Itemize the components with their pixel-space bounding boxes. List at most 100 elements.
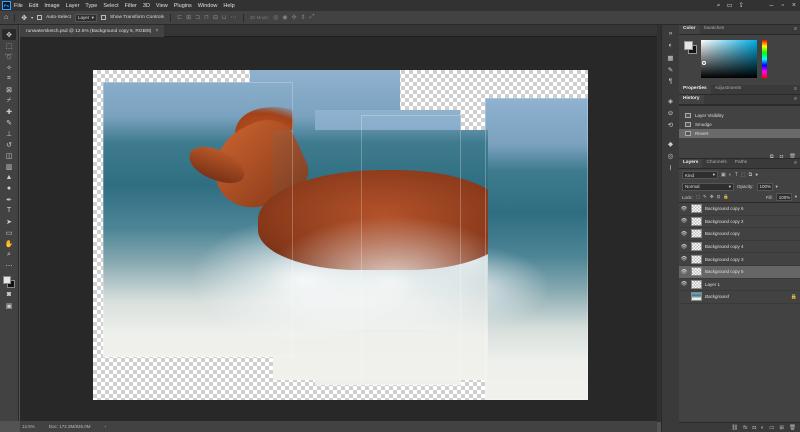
filter-toggle-icon[interactable]: ●: [755, 172, 758, 178]
crop-tool-icon[interactable]: ⌗: [2, 73, 16, 84]
paths-panel-icon[interactable]: ⌇: [665, 162, 677, 173]
color-panel-icon[interactable]: ◐: [665, 40, 677, 51]
tab-properties[interactable]: Properties: [679, 85, 711, 94]
panel-menu-icon[interactable]: ≡: [794, 159, 797, 168]
channels-panel-icon[interactable]: ◎: [665, 150, 677, 161]
align-right-icon[interactable]: ⊐: [195, 14, 200, 21]
lock-transparent-icon[interactable]: ⬚: [696, 194, 700, 200]
layer-row[interactable]: 👁 Background 🔒: [679, 291, 800, 304]
swatches-panel-icon[interactable]: ▦: [665, 52, 677, 63]
filter-kind-dropdown[interactable]: Kind ▾: [682, 171, 718, 179]
color-swatches[interactable]: [2, 275, 16, 289]
menu-3d[interactable]: 3D: [143, 3, 150, 9]
maximize-icon[interactable]: ▫: [781, 1, 783, 10]
smart-object-filter-icon[interactable]: ⧉: [749, 172, 753, 178]
menu-file[interactable]: File: [14, 3, 23, 9]
blur-tool-icon[interactable]: ▲: [2, 172, 16, 183]
menu-plugins[interactable]: Plugins: [174, 3, 192, 9]
layer-row[interactable]: 👁 Background copy 4: [679, 241, 800, 254]
close-window-icon[interactable]: ×: [792, 1, 796, 10]
eraser-tool-icon[interactable]: ◫: [2, 150, 16, 161]
add-mask-icon[interactable]: ◘: [753, 425, 756, 431]
more-options-icon[interactable]: ⋯: [231, 14, 237, 21]
tab-channels[interactable]: Channels: [702, 159, 730, 168]
layer-row[interactable]: 👁 Background copy 3: [679, 253, 800, 266]
align-middle-icon[interactable]: ⊟: [213, 14, 218, 21]
history-item[interactable]: Smudge: [679, 120, 800, 129]
brush-tool-icon[interactable]: ✎: [2, 117, 16, 128]
adjustment-filter-icon[interactable]: ◐: [729, 172, 732, 178]
chevron-right-icon[interactable]: ›: [105, 424, 107, 429]
layer-row[interactable]: 👁 Background copy: [679, 228, 800, 241]
pixel-filter-icon[interactable]: ▣: [721, 172, 726, 178]
layer-style-icon[interactable]: fx: [743, 425, 747, 431]
visibility-eye-icon[interactable]: 👁: [679, 281, 689, 287]
pan-icon[interactable]: ✣: [292, 14, 297, 21]
tab-layers[interactable]: Layers: [679, 159, 703, 168]
slide-icon[interactable]: ⇕: [301, 14, 306, 21]
menu-type[interactable]: Type: [85, 3, 97, 9]
lock-artboard-icon[interactable]: ⊡: [717, 194, 721, 200]
align-left-icon[interactable]: ⊏: [177, 14, 182, 21]
move-tool-icon[interactable]: ✥: [21, 14, 27, 22]
menu-layer[interactable]: Layer: [66, 3, 80, 9]
layer-row[interactable]: 👁 Background copy 2: [679, 216, 800, 229]
search-icon[interactable]: ⌕: [717, 1, 721, 10]
menu-window[interactable]: Window: [198, 3, 218, 9]
adjustment-layer-icon[interactable]: ◐: [761, 425, 764, 431]
scale-icon[interactable]: ⤢: [310, 14, 315, 21]
opacity-input[interactable]: 100%: [756, 182, 773, 191]
menu-edit[interactable]: Edit: [29, 3, 38, 9]
magic-wand-tool-icon[interactable]: ✧: [2, 62, 16, 73]
new-group-icon[interactable]: ▭: [769, 425, 774, 431]
properties-panel-icon[interactable]: ◈: [665, 95, 677, 106]
visibility-eye-icon[interactable]: 👁: [679, 218, 689, 224]
close-tab-icon[interactable]: ×: [155, 28, 158, 34]
chevron-down-icon[interactable]: ▾: [776, 184, 778, 190]
glyphs-panel-icon[interactable]: ¶: [665, 76, 677, 87]
tab-color[interactable]: Color: [679, 25, 700, 34]
menu-help[interactable]: Help: [223, 3, 234, 9]
menu-filter[interactable]: Filter: [125, 3, 137, 9]
tab-adjustments[interactable]: Adjustments: [711, 85, 745, 94]
orbit-icon[interactable]: ◎: [273, 14, 278, 21]
photoshop-logo-icon[interactable]: Ps: [2, 1, 11, 10]
screen-mode-icon[interactable]: ▣: [2, 300, 16, 311]
zoom-tool-icon[interactable]: ⌕: [2, 249, 16, 260]
layer-row[interactable]: 👁 Layer 1: [679, 279, 800, 292]
auto-select-checkbox[interactable]: [37, 15, 43, 20]
zoom-level[interactable]: 12.5%: [22, 424, 35, 429]
transform-controls-checkbox[interactable]: [100, 15, 106, 20]
blend-mode-dropdown[interactable]: Normal ▾: [682, 182, 734, 191]
layers-panel-icon[interactable]: ◆: [665, 138, 677, 149]
hue-slider[interactable]: [762, 40, 767, 78]
shape-filter-icon[interactable]: ⬚: [741, 172, 746, 178]
tab-paths[interactable]: Paths: [731, 159, 751, 168]
chevron-down-icon[interactable]: ▾: [795, 194, 797, 200]
visibility-eye-icon[interactable]: 👁: [679, 244, 689, 250]
pen-tool-icon[interactable]: ✒: [2, 194, 16, 205]
fill-input[interactable]: 100%: [775, 193, 792, 201]
visibility-eye-icon[interactable]: 👁: [679, 206, 689, 212]
foreground-color-swatch[interactable]: [684, 41, 693, 50]
align-top-icon[interactable]: ⊓: [204, 14, 209, 21]
move-tool-icon[interactable]: ✥: [2, 29, 16, 40]
delete-layer-icon[interactable]: 🗑: [789, 425, 796, 431]
visibility-eye-icon[interactable]: 👁: [679, 231, 689, 237]
frame-tool-icon[interactable]: ⊠: [2, 84, 16, 95]
layer-row[interactable]: 👁 Background copy 6: [679, 203, 800, 216]
align-center-icon[interactable]: ⊞: [186, 14, 191, 21]
lock-position-icon[interactable]: ✥: [710, 194, 714, 200]
rectangle-tool-icon[interactable]: ▭: [2, 227, 16, 238]
history-item[interactable]: Layer Visibility: [679, 111, 800, 120]
marquee-tool-icon[interactable]: ⬚: [2, 40, 16, 51]
document-info[interactable]: Doc: 172.3M/826.0M: [49, 424, 91, 429]
chevron-down-icon[interactable]: ▾: [31, 15, 33, 20]
clone-stamp-tool-icon[interactable]: ⊥: [2, 128, 16, 139]
adjustments-panel-icon[interactable]: ⊖: [665, 107, 677, 118]
menu-image[interactable]: Image: [44, 3, 59, 9]
history-item[interactable]: Revert: [679, 129, 800, 138]
hand-tool-icon[interactable]: ✋: [2, 238, 16, 249]
lasso-tool-icon[interactable]: ➰: [2, 51, 16, 62]
brush-panel-icon[interactable]: ✎: [665, 64, 677, 75]
